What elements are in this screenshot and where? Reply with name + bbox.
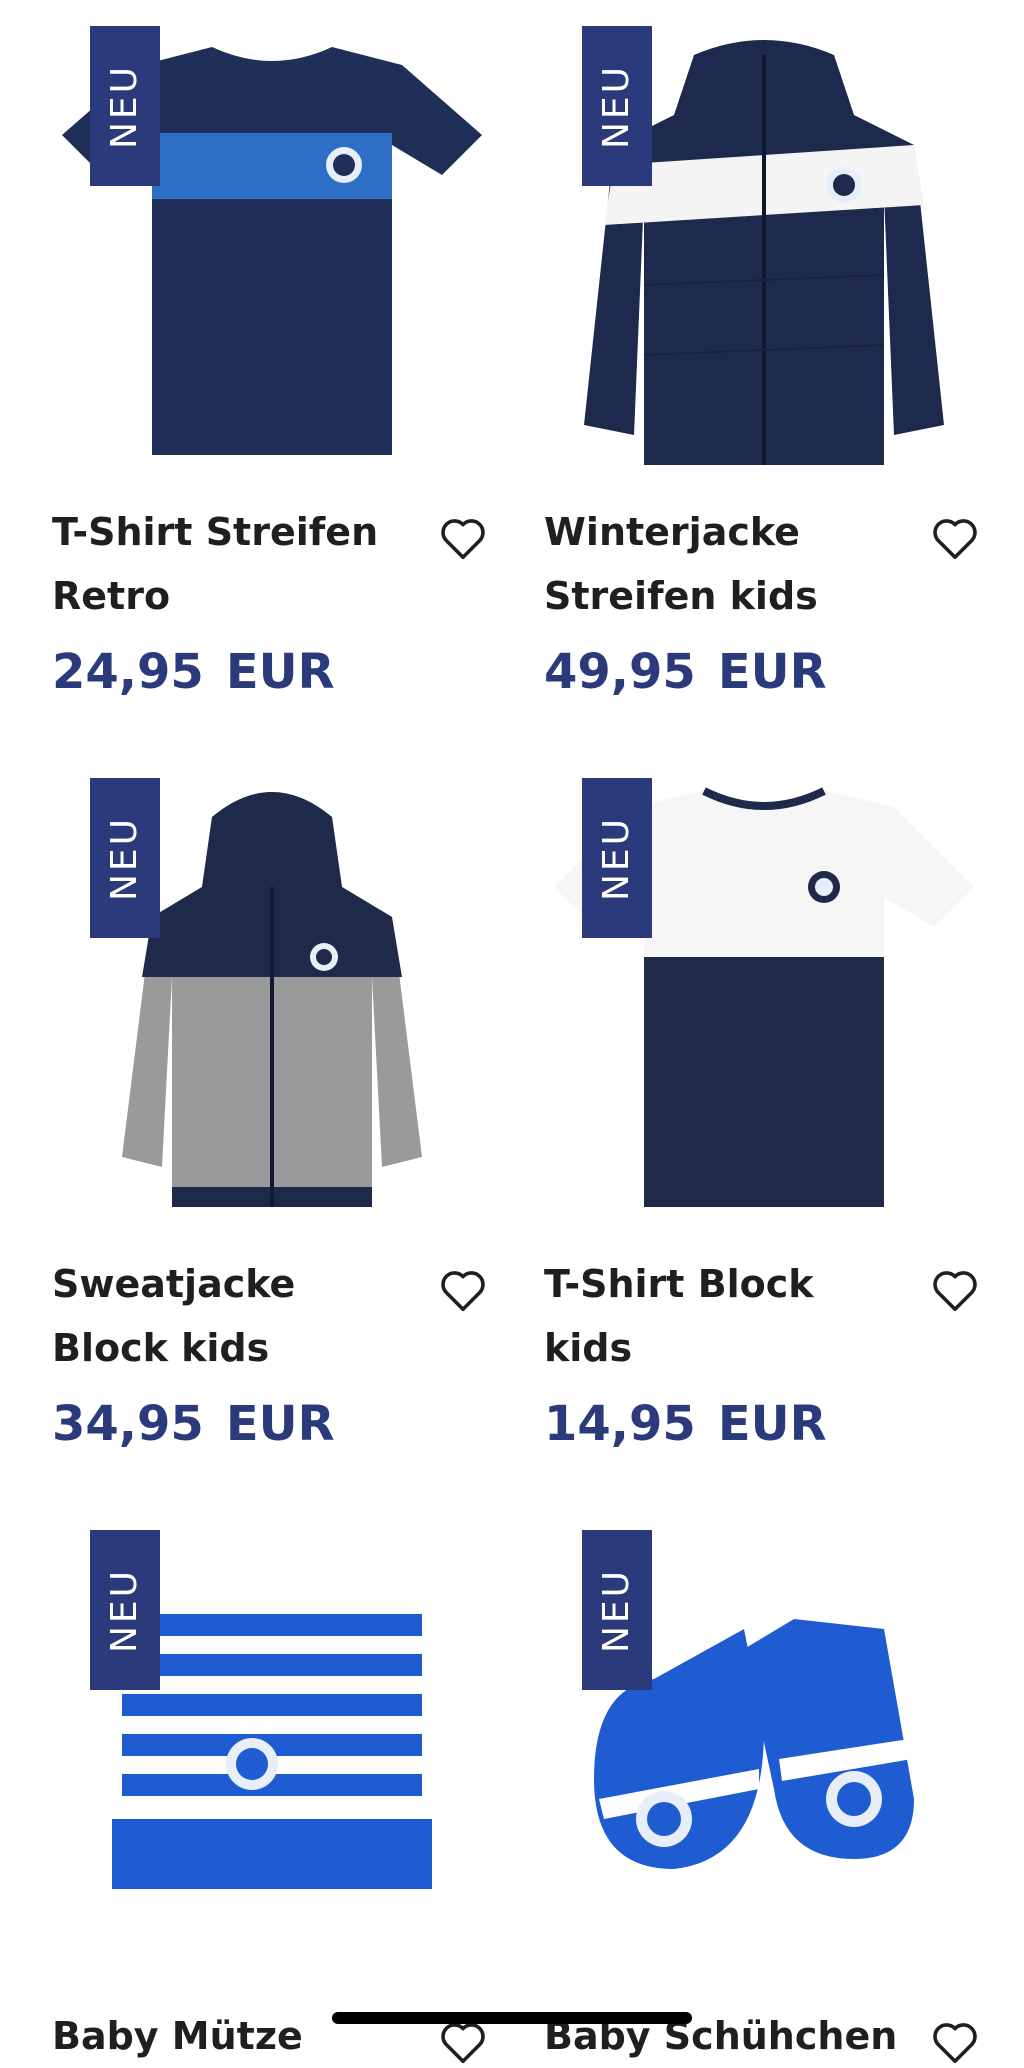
product-grid: NEU T-Shirt Streifen Retro 24,95 EUR NEU [0,0,1024,2064]
price-currency: EUR [225,644,335,700]
new-badge: NEU [90,26,160,186]
price-value: 24,95 [52,644,204,700]
product-title[interactable]: T-Shirt Block kids [544,1252,904,1380]
new-badge: NEU [90,1530,160,1690]
new-badge-label: NEU [104,63,146,149]
price-value: 34,95 [52,1396,204,1452]
product-title[interactable]: T-Shirt Streifen Retro [52,500,412,628]
price-currency: EUR [717,1396,827,1452]
new-badge: NEU [582,1530,652,1690]
new-badge-label: NEU [596,63,638,149]
price-currency: EUR [225,1396,335,1452]
price-value: 49,95 [544,644,696,700]
new-badge: NEU [582,778,652,938]
product-price: 24,95 EUR [52,644,335,700]
heart-icon[interactable] [928,510,982,564]
product-price: 14,95 EUR [544,1396,827,1452]
product-price: 34,95 EUR [52,1396,335,1452]
price-currency: EUR [717,644,827,700]
heart-icon[interactable] [436,1262,490,1316]
heart-icon[interactable] [436,510,490,564]
new-badge-label: NEU [596,1567,638,1653]
product-price: 49,95 EUR [544,644,827,700]
new-badge: NEU [582,26,652,186]
heart-icon[interactable] [928,1262,982,1316]
new-badge-label: NEU [596,815,638,901]
product-title[interactable]: Sweatjacke Block kids [52,1252,412,1380]
new-badge-label: NEU [104,815,146,901]
price-value: 14,95 [544,1396,696,1452]
heart-icon[interactable] [928,2014,982,2068]
product-title[interactable]: Winterjacke Streifen kids [544,500,904,628]
new-badge: NEU [90,778,160,938]
home-indicator[interactable] [332,2012,692,2024]
new-badge-label: NEU [104,1567,146,1653]
